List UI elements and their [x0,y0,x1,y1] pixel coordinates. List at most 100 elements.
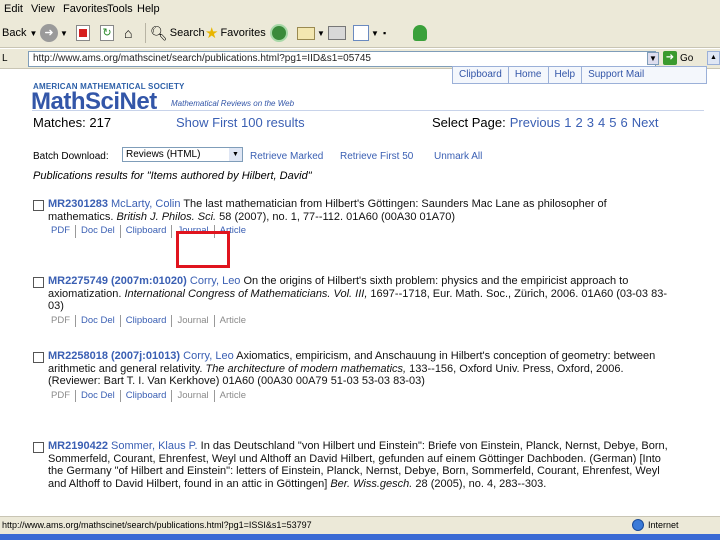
mr-number-link[interactable]: MR2275749 (2007m:01020) [48,275,187,287]
retrieve-first-button[interactable]: Retrieve First 50 [340,151,413,162]
home-button[interactable]: ⌂ [124,22,140,44]
author-link[interactable]: McLarty, Colin [111,198,180,210]
journal-name: Ber. Wiss.gesch. [330,477,413,490]
browser-toolbar: Back ▼ ➜ ▼ ↻ ⌂ 🔍︎ Search ★ Favorites ▼ ▼… [0,18,720,48]
address-dropdown-icon[interactable]: ▼ [647,52,659,65]
batch-format-select[interactable]: Reviews (HTML) ▼ [122,147,243,162]
scroll-up-arrow-icon[interactable]: ▲ [707,51,720,65]
page-link-2[interactable]: 2 [576,115,583,130]
clipboard-link[interactable]: Clipboard [121,314,173,327]
mr-number-link[interactable]: MR2301283 [48,198,108,210]
previous-page-link[interactable]: Previous [510,115,561,130]
refresh-icon: ↻ [100,25,114,41]
result-checkbox[interactable] [33,352,44,363]
back-dropdown-icon[interactable]: ▼ [29,29,37,38]
edit-button[interactable]: ▼ [353,22,379,44]
toolbar-separator [145,23,146,43]
stop-icon [76,25,90,41]
clipboard-link[interactable]: Clipboard [121,225,173,238]
show-first-link[interactable]: Show First 100 results [176,115,305,130]
menu-view[interactable]: View [31,3,55,15]
journal-name: The architecture of modern mathematics, [205,362,407,375]
author-link[interactable]: Sommer, Klaus P. [111,440,198,452]
result-checkbox[interactable] [33,277,44,288]
discuss-icon: ▪ [383,28,387,38]
journal-name: International Congress of Mathematicians… [124,287,368,300]
mr-number-link[interactable]: MR2190422 [48,440,108,452]
messenger-icon [413,25,427,41]
journal-link-highlight [176,231,230,268]
chevron-down-icon[interactable]: ▼ [229,148,242,161]
author-link[interactable]: Corry, Leo [190,275,241,287]
result-links: PDF Doc Del Clipboard Journal Article [51,389,673,402]
taskbar-strip [0,534,720,540]
mail-icon [297,26,315,40]
nav-home[interactable]: Home [509,67,549,83]
page-link-4[interactable]: 4 [598,115,605,130]
messenger-button[interactable] [413,22,427,44]
mail-button[interactable]: ▼ [297,22,325,44]
forward-button[interactable]: ➜ ▼ [40,22,68,44]
journal-name: British J. Philos. Sci. [116,210,217,223]
back-button[interactable]: Back ▼ [2,22,37,44]
result-citation: MR2275749 (2007m:01020) Corry, Leo On th… [48,275,673,313]
page-link-3[interactable]: 3 [587,115,594,130]
forward-dropdown-icon[interactable]: ▼ [60,29,68,38]
batch-download-label: Batch Download: [33,151,109,162]
page-selector: Select Page: Previous 1 2 3 4 5 6 Next [432,115,658,130]
page-link-6[interactable]: 6 [620,115,627,130]
search-button[interactable]: 🔍︎ Search [150,22,205,44]
home-icon: ⌂ [124,25,133,41]
mathscinet-logo[interactable]: MathSciNet [31,88,157,116]
nav-clipboard[interactable]: Clipboard [453,67,509,83]
doc-del-link[interactable]: Doc Del [76,225,121,238]
doc-del-link[interactable]: Doc Del [76,314,121,327]
mathscinet-tagline: Mathematical Reviews on the Web [171,99,295,108]
unmark-all-button[interactable]: Unmark All [434,151,482,162]
go-button[interactable]: ➜ Go [663,51,693,65]
result-citation: MR2301283 McLarty, Colin The last mathem… [48,198,673,223]
doc-del-link[interactable]: Doc Del [76,389,121,402]
clipboard-link[interactable]: Clipboard [121,389,173,402]
result-checkbox[interactable] [33,442,44,453]
result-checkbox[interactable] [33,200,44,211]
stop-button[interactable] [76,22,90,44]
favorites-button[interactable]: ★ Favorites [205,22,266,44]
history-button[interactable] [270,22,288,44]
top-navigation: Clipboard Home Help Support Mail [452,66,707,84]
forward-arrow-icon: ➜ [40,24,58,42]
pdf-link[interactable]: PDF [51,225,76,238]
menu-help[interactable]: Help [137,3,160,15]
page-link-1[interactable]: 1 [564,115,571,130]
result-item: MR2258018 (2007j:01013) Corry, Leo Axiom… [33,350,673,402]
edit-page-icon [353,25,369,41]
mail-dropdown-icon[interactable]: ▼ [317,29,325,38]
mr-number-link[interactable]: MR2258018 (2007j:01013) [48,350,180,362]
discuss-button[interactable]: ▪ [383,22,386,44]
address-input[interactable]: http://www.ams.org/mathscinet/search/pub… [28,51,656,67]
result-links: PDF Doc Del Clipboard Journal Article [51,314,673,327]
citation-details: 58 (2007), no. 1, 77--112. 01A60 (00A30 … [216,210,456,223]
page-link-5[interactable]: 5 [609,115,616,130]
favorites-label: Favorites [220,27,266,39]
result-citation: MR2258018 (2007j:01013) Corry, Leo Axiom… [48,350,673,388]
security-zone-label: Internet [648,520,679,530]
refresh-button[interactable]: ↻ [100,22,114,44]
result-links: PDF Doc Del Clipboard Journal Article [51,225,673,238]
search-label: Search [169,27,205,39]
select-page-label: Select Page: [432,115,506,130]
retrieve-marked-button[interactable]: Retrieve Marked [250,151,323,162]
next-page-link[interactable]: Next [632,115,659,130]
print-button[interactable] [328,22,346,44]
menu-favorites[interactable]: Favorites [63,3,108,15]
nav-support-mail[interactable]: Support Mail [582,67,650,83]
address-url: http://www.ams.org/mathscinet/search/pub… [33,53,371,64]
pdf-link: PDF [51,389,76,402]
go-label: Go [680,52,694,64]
menu-edit[interactable]: Edit [4,3,23,15]
author-link[interactable]: Corry, Leo [183,350,234,362]
menu-tools[interactable]: Tools [107,3,133,15]
nav-help[interactable]: Help [549,67,583,83]
matches-count: Matches: 217 [33,115,112,130]
edit-dropdown-icon[interactable]: ▼ [371,29,379,38]
